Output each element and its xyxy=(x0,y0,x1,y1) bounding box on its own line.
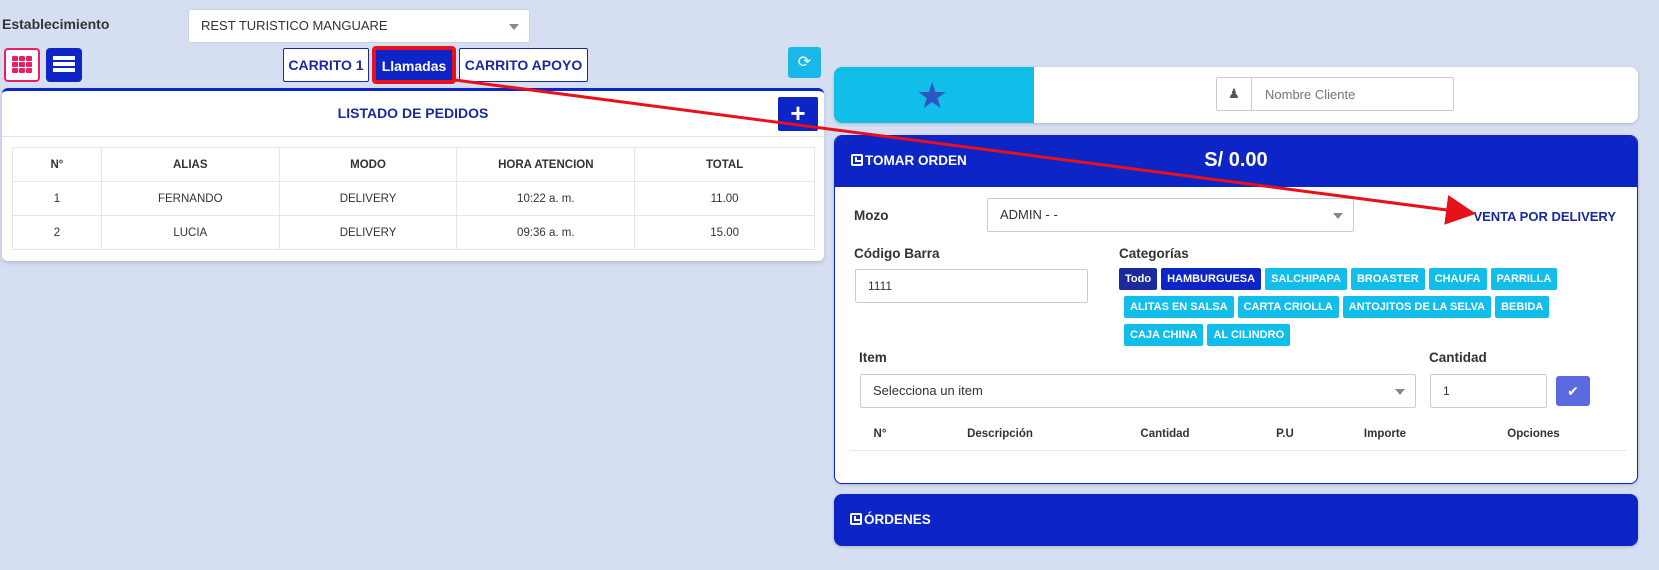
mozo-value: ADMIN - - xyxy=(1000,207,1058,222)
category-al-cilindro[interactable]: AL CILINDRO xyxy=(1207,324,1291,346)
cell-hora: 09:36 a. m. xyxy=(456,215,636,250)
orders-section-card[interactable]: ÓRDENES xyxy=(834,494,1638,546)
client-card: ★ ♟ xyxy=(834,67,1638,123)
cell-total: 15.00 xyxy=(634,215,815,250)
list-view-button[interactable] xyxy=(46,48,82,82)
chevron-down-icon xyxy=(509,24,519,30)
establecimiento-value: REST TURISTICO MANGUARE xyxy=(201,18,388,33)
category-bebida[interactable]: BEBIDA xyxy=(1495,296,1550,318)
cell-total: 11.00 xyxy=(634,181,815,216)
user-icon: ♟ xyxy=(1217,78,1252,110)
items-table: N° Descripción Cantidad P.U Importe Opci… xyxy=(850,418,1627,451)
add-item-button[interactable]: ✔ xyxy=(1556,376,1590,406)
chevron-down-icon xyxy=(1395,389,1405,395)
col-hora: HORA ATENCION xyxy=(456,147,636,182)
col-modo: MODO xyxy=(278,147,458,182)
category-caja-china[interactable]: CAJA CHINA xyxy=(1124,324,1204,346)
delivery-sale-link[interactable]: VENTA POR DELIVERY xyxy=(1473,209,1616,224)
category-todo[interactable]: Todo xyxy=(1119,268,1158,290)
cell-modo: DELIVERY xyxy=(278,181,458,216)
order-total: S/ 0.00 xyxy=(1204,149,1268,171)
cell-numero: 1 xyxy=(12,181,102,216)
cell-alias: FERNANDO xyxy=(100,181,280,216)
categories-label: Categorías xyxy=(1119,246,1189,261)
divider xyxy=(2,136,824,137)
favorite-button[interactable]: ★ xyxy=(834,67,1034,123)
barcode-label: Código Barra xyxy=(854,246,940,261)
category-salchipapa[interactable]: SALCHIPAPA xyxy=(1265,268,1347,290)
quantity-label: Cantidad xyxy=(1429,350,1487,365)
quantity-input[interactable] xyxy=(1430,374,1547,408)
check-icon: ✔ xyxy=(1567,383,1579,399)
orders-section-title: ÓRDENES xyxy=(850,512,931,527)
cell-numero: 2 xyxy=(12,215,102,250)
cell-alias: LUCIA xyxy=(100,215,280,250)
chevron-down-icon xyxy=(1333,213,1343,219)
list-view-icon xyxy=(53,56,75,74)
category-carta-criolla[interactable]: CARTA CRIOLLA xyxy=(1237,296,1339,318)
order-box-icon xyxy=(850,513,862,525)
establecimiento-select[interactable]: REST TURISTICO MANGUARE xyxy=(188,9,530,43)
table-header-row: N° ALIAS MODO HORA ATENCION TOTAL xyxy=(12,147,815,182)
add-order-button[interactable]: + xyxy=(778,97,818,131)
col-numero: N° xyxy=(850,418,910,451)
table-row[interactable]: 2 LUCIA DELIVERY 09:36 a. m. 15.00 xyxy=(12,215,815,250)
refresh-icon: ⟳ xyxy=(797,54,812,71)
category-parrilla[interactable]: PARRILLA xyxy=(1490,268,1558,290)
category-hamburguesa[interactable]: HAMBURGUESA xyxy=(1161,268,1262,290)
orders-title: LISTADO DE PEDIDOS xyxy=(337,105,489,121)
col-alias: ALIAS xyxy=(100,147,280,182)
grid-view-button[interactable] xyxy=(4,48,40,82)
mozo-select[interactable]: ADMIN - - xyxy=(987,198,1354,232)
category-alitas-en-salsa[interactable]: ALITAS EN SALSA xyxy=(1124,296,1234,318)
orders-table: N° ALIAS MODO HORA ATENCION TOTAL 1 FERN… xyxy=(12,147,815,250)
orders-panel: LISTADO DE PEDIDOS + N° ALIAS MODO HORA … xyxy=(2,88,824,261)
barcode-input[interactable] xyxy=(855,269,1088,303)
tab-carrito-1[interactable]: CARRITO 1 xyxy=(283,48,369,82)
client-name-input[interactable] xyxy=(1253,78,1453,110)
categories-list: Todo HAMBURGUESA SALCHIPAPA BROASTER CHAUFA P… xyxy=(1119,268,1579,352)
table-header-row: N° Descripción Cantidad P.U Importe Opci… xyxy=(850,418,1627,451)
col-opciones: Opciones xyxy=(1440,418,1627,451)
item-placeholder: Selecciona un item xyxy=(873,383,983,398)
mozo-label: Mozo xyxy=(854,208,889,223)
tab-carrito-apoyo[interactable]: CARRITO APOYO xyxy=(459,48,588,82)
cell-modo: DELIVERY xyxy=(278,215,458,250)
take-order-header: TOMAR ORDEN S/ 0.00 xyxy=(835,136,1637,187)
establecimiento-label: Establecimiento xyxy=(2,16,110,32)
col-total: TOTAL xyxy=(634,147,815,182)
col-pu: P.U xyxy=(1240,418,1330,451)
refresh-button[interactable]: ⟳ xyxy=(788,47,821,78)
col-numero: N° xyxy=(12,147,102,182)
client-input-group: ♟ xyxy=(1216,77,1454,111)
table-row[interactable]: 1 FERNANDO DELIVERY 10:22 a. m. 11.00 xyxy=(12,181,815,216)
category-chaufa[interactable]: CHAUFA xyxy=(1428,268,1487,290)
item-select[interactable]: Selecciona un item xyxy=(860,374,1416,408)
star-icon: ★ xyxy=(916,75,949,116)
category-broaster[interactable]: BROASTER xyxy=(1350,268,1425,290)
tab-llamadas[interactable]: Llamadas xyxy=(372,46,456,84)
col-descripcion: Descripción xyxy=(910,418,1090,451)
category-antojitos-de-la-selva[interactable]: ANTOJITOS DE LA SELVA xyxy=(1342,296,1492,318)
take-order-card: TOMAR ORDEN S/ 0.00 Mozo ADMIN - - VENTA… xyxy=(834,135,1638,484)
col-cantidad: Cantidad xyxy=(1090,418,1240,451)
item-label: Item xyxy=(859,350,887,365)
grid-view-icon xyxy=(12,56,32,74)
col-importe: Importe xyxy=(1330,418,1440,451)
cell-hora: 10:22 a. m. xyxy=(456,181,636,216)
